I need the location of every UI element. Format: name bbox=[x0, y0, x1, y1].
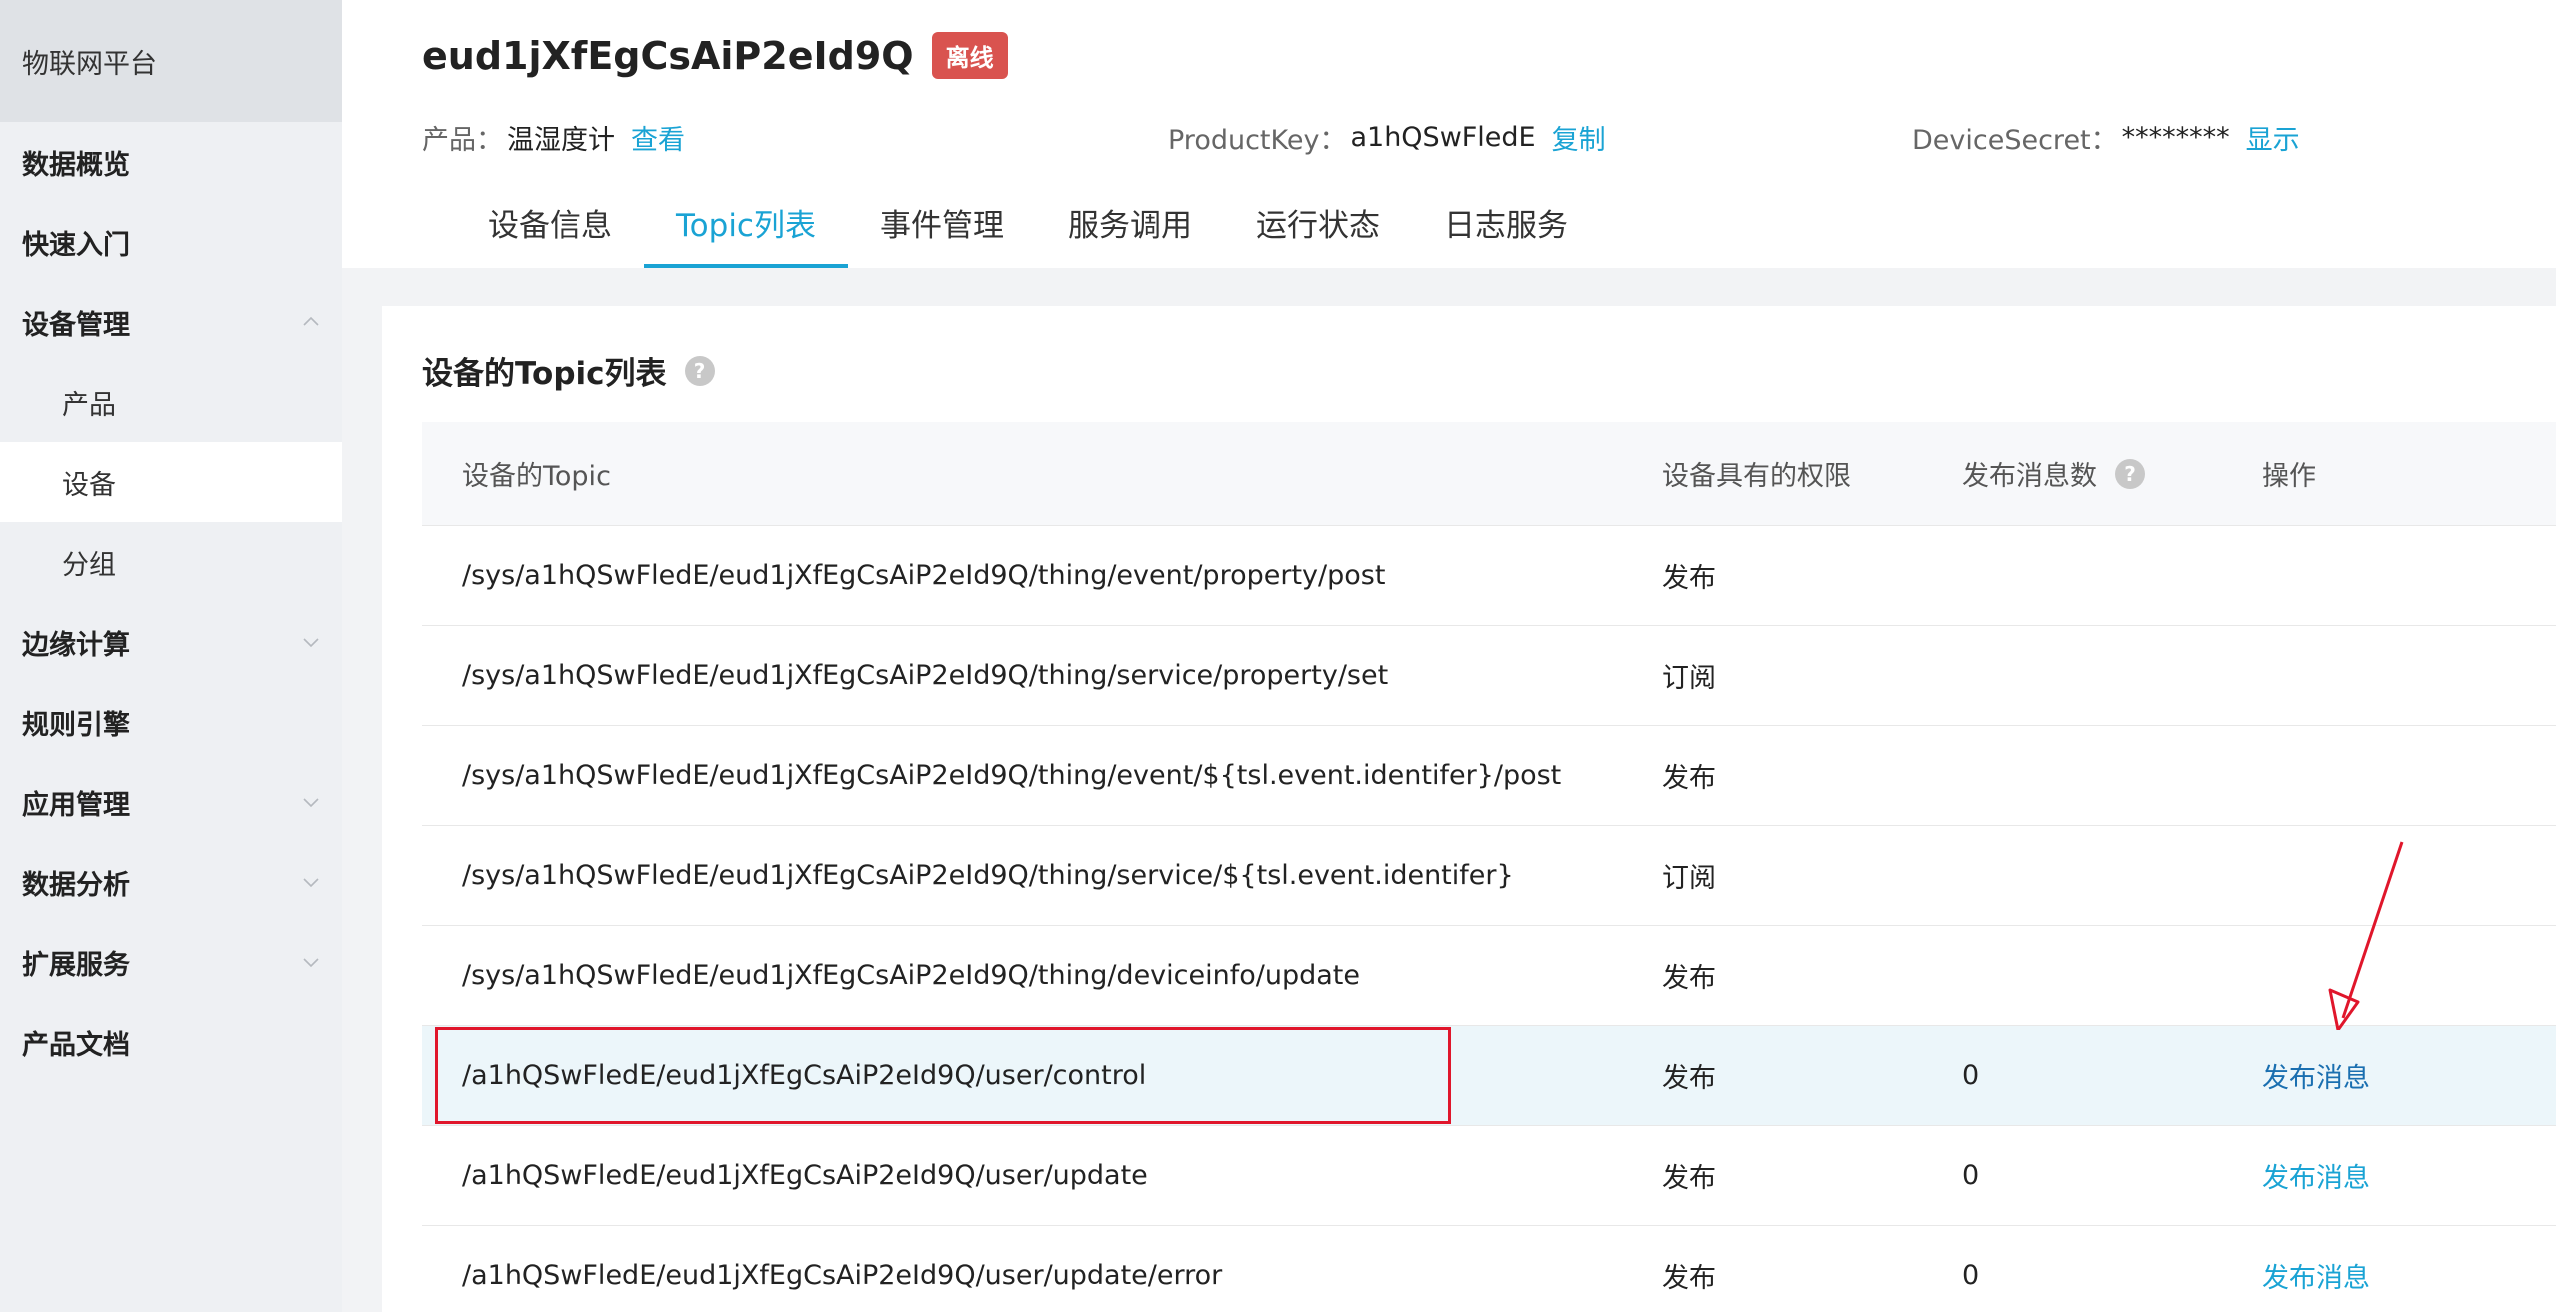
view-product-link[interactable]: 查看 bbox=[631, 118, 685, 157]
sidebar-item-label: 产品 bbox=[62, 389, 116, 421]
sidebar-item-group[interactable]: 分组 bbox=[0, 522, 342, 602]
sidebar-item-rule-engine[interactable]: 规则引擎 bbox=[0, 682, 342, 762]
productkey-label: ProductKey： bbox=[1168, 125, 1347, 156]
section-title-text: 设备的Topic列表 bbox=[422, 356, 667, 392]
chevron-down-icon bbox=[302, 953, 320, 971]
sidebar-item-quick-start[interactable]: 快速入门 bbox=[0, 202, 342, 282]
productkey-meta: ProductKey： a1hQSwFledE 复制 bbox=[1168, 118, 1606, 157]
productkey-value: a1hQSwFledE bbox=[1350, 122, 1536, 153]
sidebar-item-product[interactable]: 产品 bbox=[0, 362, 342, 442]
permission-cell: 发布 bbox=[1662, 1263, 1716, 1294]
product-label: 产品： bbox=[422, 125, 503, 156]
topic-cell: /a1hQSwFledE/eud1jXfEgCsAiP2eId9Q/user/c… bbox=[462, 1060, 1147, 1091]
topic-table: 设备的Topic 设备具有的权限 发布消息数 ? 操作 /sys/a1hQSwF… bbox=[422, 422, 2556, 1312]
chevron-up-icon bbox=[302, 313, 320, 331]
table-row-highlighted: /a1hQSwFledE/eud1jXfEgCsAiP2eId9Q/user/c… bbox=[422, 1026, 2556, 1126]
chevron-down-icon bbox=[302, 633, 320, 651]
chevron-down-icon bbox=[302, 793, 320, 811]
permission-cell: 发布 bbox=[1662, 963, 1716, 994]
table-row: /a1hQSwFledE/eud1jXfEgCsAiP2eId9Q/user/u… bbox=[422, 1226, 2556, 1312]
sidebar-item-label: 边缘计算 bbox=[22, 629, 130, 661]
publish-message-link[interactable]: 发布消息 bbox=[2262, 1063, 2370, 1094]
sidebar-item-label: 数据概览 bbox=[22, 149, 130, 181]
device-header: eud1jXfEgCsAiP2eId9Q 离线 产品： 温湿度计 查看 Prod… bbox=[342, 0, 2556, 268]
topic-cell: /sys/a1hQSwFledE/eud1jXfEgCsAiP2eId9Q/th… bbox=[462, 760, 1562, 791]
sidebar-item-label: 数据分析 bbox=[22, 869, 130, 901]
secret-label: DeviceSecret： bbox=[1912, 125, 2118, 156]
count-cell: 0 bbox=[1962, 1060, 1980, 1091]
column-header-actions: 操作 bbox=[2262, 461, 2316, 492]
topic-cell: /sys/a1hQSwFledE/eud1jXfEgCsAiP2eId9Q/th… bbox=[462, 960, 1360, 991]
secret-meta: DeviceSecret： ******** 显示 bbox=[1912, 118, 2300, 157]
topic-cell: /a1hQSwFledE/eud1jXfEgCsAiP2eId9Q/user/u… bbox=[462, 1160, 1148, 1191]
column-header-permission: 设备具有的权限 bbox=[1662, 461, 1851, 492]
topic-cell: /a1hQSwFledE/eud1jXfEgCsAiP2eId9Q/user/u… bbox=[462, 1260, 1223, 1291]
sidebar-item-label: 扩展服务 bbox=[22, 949, 130, 981]
sidebar: 物联网平台 数据概览 快速入门 设备管理 产品 设备 分组 边缘计算 规则引擎 … bbox=[0, 0, 342, 1312]
chevron-down-icon bbox=[302, 873, 320, 891]
sidebar-item-data-analysis[interactable]: 数据分析 bbox=[0, 842, 342, 922]
brand-title[interactable]: 物联网平台 bbox=[0, 0, 342, 122]
count-cell: 0 bbox=[1962, 1260, 1980, 1291]
column-header-topic: 设备的Topic bbox=[462, 461, 611, 492]
tab-service-call[interactable]: 服务调用 bbox=[1036, 178, 1224, 268]
copy-productkey-link[interactable]: 复制 bbox=[1552, 118, 1606, 157]
permission-cell: 订阅 bbox=[1662, 863, 1716, 894]
sidebar-item-data-overview[interactable]: 数据概览 bbox=[0, 122, 342, 202]
sidebar-nav: 数据概览 快速入门 设备管理 产品 设备 分组 边缘计算 规则引擎 应用管理 数… bbox=[0, 122, 342, 1082]
column-header-message-count: 发布消息数 ? bbox=[1962, 454, 2262, 493]
column-header-message-count-label: 发布消息数 bbox=[1962, 461, 2097, 492]
product-meta: 产品： 温湿度计 查看 bbox=[422, 118, 685, 157]
tab-log-service[interactable]: 日志服务 bbox=[1412, 178, 1600, 268]
status-badge: 离线 bbox=[931, 32, 1008, 79]
section-title: 设备的Topic列表 ? bbox=[422, 348, 715, 393]
product-value: 温湿度计 bbox=[507, 125, 615, 156]
permission-cell: 发布 bbox=[1662, 1063, 1716, 1094]
sidebar-item-label: 分组 bbox=[62, 549, 116, 581]
sidebar-item-edge-computing[interactable]: 边缘计算 bbox=[0, 602, 342, 682]
sidebar-item-extension-services[interactable]: 扩展服务 bbox=[0, 922, 342, 1002]
help-icon[interactable]: ? bbox=[2115, 458, 2145, 489]
tab-device-info[interactable]: 设备信息 bbox=[456, 178, 644, 268]
topic-panel: 设备的Topic列表 ? 设备的Topic 设备具有的权限 发布消息数 ? 操作… bbox=[382, 306, 2556, 1312]
topic-cell: /sys/a1hQSwFledE/eud1jXfEgCsAiP2eId9Q/th… bbox=[462, 560, 1386, 591]
sidebar-item-label: 快速入门 bbox=[22, 229, 130, 261]
sidebar-item-label: 设备管理 bbox=[22, 309, 130, 341]
device-title-row: eud1jXfEgCsAiP2eId9Q 离线 bbox=[422, 32, 1008, 79]
publish-message-link[interactable]: 发布消息 bbox=[2262, 1163, 2370, 1194]
tab-running-status[interactable]: 运行状态 bbox=[1224, 178, 1412, 268]
tab-event-management[interactable]: 事件管理 bbox=[848, 178, 1036, 268]
count-cell: 0 bbox=[1962, 1160, 1980, 1191]
table-row: /a1hQSwFledE/eud1jXfEgCsAiP2eId9Q/user/u… bbox=[422, 1126, 2556, 1226]
table-row: /sys/a1hQSwFledE/eud1jXfEgCsAiP2eId9Q/th… bbox=[422, 626, 2556, 726]
permission-cell: 发布 bbox=[1662, 1163, 1716, 1194]
publish-message-link[interactable]: 发布消息 bbox=[2262, 1263, 2370, 1294]
show-secret-link[interactable]: 显示 bbox=[2246, 118, 2300, 157]
sidebar-item-app-management[interactable]: 应用管理 bbox=[0, 762, 342, 842]
table-row: /sys/a1hQSwFledE/eud1jXfEgCsAiP2eId9Q/th… bbox=[422, 526, 2556, 626]
table-row: /sys/a1hQSwFledE/eud1jXfEgCsAiP2eId9Q/th… bbox=[422, 926, 2556, 1026]
sidebar-item-label: 规则引擎 bbox=[22, 709, 130, 741]
sidebar-item-label: 应用管理 bbox=[22, 789, 130, 821]
table-row: /sys/a1hQSwFledE/eud1jXfEgCsAiP2eId9Q/th… bbox=[422, 826, 2556, 926]
permission-cell: 订阅 bbox=[1662, 663, 1716, 694]
permission-cell: 发布 bbox=[1662, 763, 1716, 794]
page-title: eud1jXfEgCsAiP2eId9Q bbox=[422, 33, 914, 78]
tab-topic-list[interactable]: Topic列表 bbox=[644, 178, 848, 268]
sidebar-item-device[interactable]: 设备 bbox=[0, 442, 342, 522]
topic-cell: /sys/a1hQSwFledE/eud1jXfEgCsAiP2eId9Q/th… bbox=[462, 660, 1389, 691]
permission-cell: 发布 bbox=[1662, 563, 1716, 594]
help-icon[interactable]: ? bbox=[684, 355, 715, 386]
topic-cell: /sys/a1hQSwFledE/eud1jXfEgCsAiP2eId9Q/th… bbox=[462, 860, 1514, 891]
sidebar-item-label: 设备 bbox=[62, 469, 116, 501]
sidebar-item-device-management[interactable]: 设备管理 bbox=[0, 282, 342, 362]
device-tabs: 设备信息 Topic列表 事件管理 服务调用 运行状态 日志服务 bbox=[456, 178, 1600, 268]
secret-value: ******** bbox=[2121, 122, 2230, 153]
sidebar-item-label: 产品文档 bbox=[22, 1029, 130, 1061]
table-row: /sys/a1hQSwFledE/eud1jXfEgCsAiP2eId9Q/th… bbox=[422, 726, 2556, 826]
table-header: 设备的Topic 设备具有的权限 发布消息数 ? 操作 bbox=[422, 422, 2556, 526]
sidebar-item-product-docs[interactable]: 产品文档 bbox=[0, 1002, 342, 1082]
